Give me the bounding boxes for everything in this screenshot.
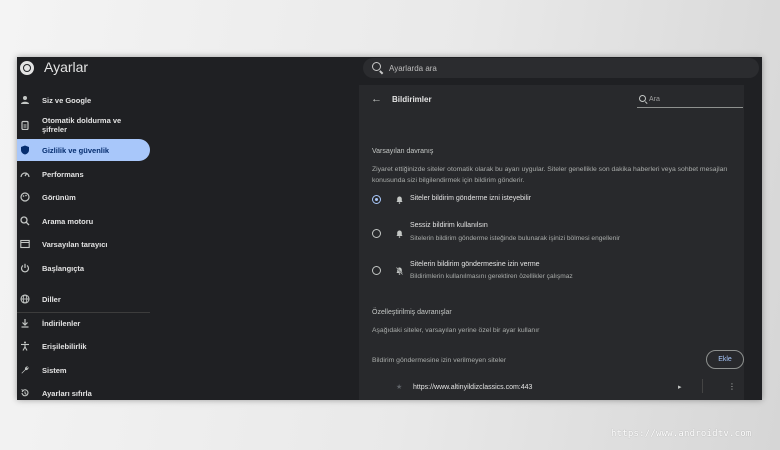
bell-off-icon xyxy=(395,267,404,278)
sidebar-item-label: Erişilebilirlik xyxy=(42,341,87,351)
sidebar-item-autofill[interactable]: Otomatik doldurma ve şifreler xyxy=(17,111,150,139)
sidebar-item-on-startup[interactable]: Başlangıçta xyxy=(17,257,150,279)
blocked-sites-label: Bildirim göndermesine izin verilmeyen si… xyxy=(372,357,507,364)
sidebar-item-label: Performans xyxy=(42,169,84,179)
option-label: Sitelerin bildirim göndermesine izin ver… xyxy=(410,261,540,268)
palette-icon xyxy=(20,192,30,202)
settings-search[interactable] xyxy=(363,58,759,78)
sidebar-item-performance[interactable]: Performans xyxy=(17,163,150,185)
sidebar-item-label: Diller xyxy=(42,294,61,304)
globe-icon xyxy=(20,294,30,304)
page-search[interactable] xyxy=(637,91,743,108)
custom-behavior-description: Aşağıdaki siteler, varsayılan yerine öze… xyxy=(372,327,540,334)
sidebar-item-label: İndirilenler xyxy=(42,318,81,328)
wrench-icon xyxy=(20,365,30,375)
power-icon xyxy=(20,263,30,273)
top-bar: Ayarlar xyxy=(17,57,762,81)
search-icon xyxy=(372,62,381,71)
browser-icon xyxy=(20,239,30,249)
more-vert-icon[interactable]: ⋮ xyxy=(728,382,736,391)
sidebar: Siz ve Google Otomatik doldurma ve şifre… xyxy=(17,85,157,400)
clipboard-icon xyxy=(20,120,30,131)
radio-block-notifications[interactable] xyxy=(372,266,381,275)
site-row[interactable]: ★ https://www.altinyildizclassics.com:44… xyxy=(359,379,744,400)
search-icon xyxy=(20,216,30,226)
search-icon xyxy=(639,95,646,102)
settings-window: Ayarlar Siz ve Google Otomatik doldurma … xyxy=(17,57,762,400)
sidebar-item-label: Sistem xyxy=(42,365,67,375)
site-url: https://www.altinyildizclassics.com:443 xyxy=(413,384,533,391)
accessibility-icon xyxy=(20,341,30,351)
sidebar-item-label: Arama motoru xyxy=(42,216,94,226)
option-label: Siteler bildirim gönderme izni isteyebil… xyxy=(410,195,531,202)
page-search-input[interactable] xyxy=(649,92,739,106)
watermark-text: https://www.androidtv.com xyxy=(611,429,752,439)
sidebar-item-search-engine[interactable]: Arama motoru xyxy=(17,210,150,232)
speedometer-icon xyxy=(20,169,30,179)
row-separator xyxy=(702,379,703,393)
option-description: Sitelerin bildirim gönderme isteğinde bu… xyxy=(410,235,621,242)
reset-icon xyxy=(20,388,30,398)
add-button[interactable]: Ekle xyxy=(706,350,744,369)
sidebar-item-label: Gizlilik ve güvenlik xyxy=(42,145,110,155)
sidebar-item-you-and-google[interactable]: Siz ve Google xyxy=(17,89,150,111)
sidebar-item-accessibility[interactable]: Erişilebilirlik xyxy=(17,335,150,357)
notifications-panel: ← Bildirimler Varsayılan davranış Ziyare… xyxy=(359,85,744,400)
app-title: Ayarlar xyxy=(44,59,89,75)
download-icon xyxy=(20,318,30,328)
default-behavior-heading: Varsayılan davranış xyxy=(372,148,434,155)
sidebar-item-label: Siz ve Google xyxy=(42,95,92,105)
site-favicon-icon: ★ xyxy=(396,384,403,391)
page-title: Bildirimler xyxy=(392,95,432,104)
sidebar-item-system[interactable]: Sistem xyxy=(17,359,150,381)
default-behavior-description: Ziyaret ettiğinizde siteler otomatik ola… xyxy=(372,166,728,184)
radio-ask-permission[interactable] xyxy=(372,195,381,204)
sidebar-item-reset[interactable]: Ayarları sıfırla xyxy=(17,382,150,400)
custom-behavior-heading: Özelleştirilmiş davranışlar xyxy=(372,309,452,316)
bell-icon xyxy=(396,196,403,207)
sidebar-item-default-browser[interactable]: Varsayılan tarayıcı xyxy=(17,233,150,255)
sidebar-item-downloads[interactable]: İndirilenler xyxy=(17,312,150,334)
sidebar-item-privacy[interactable]: Gizlilik ve güvenlik xyxy=(17,139,150,161)
sidebar-item-label: Varsayılan tarayıcı xyxy=(42,239,108,249)
sidebar-item-label: Görünüm xyxy=(42,192,76,202)
shield-icon xyxy=(20,145,30,155)
chrome-logo-icon xyxy=(20,61,34,75)
radio-quiet-notifications[interactable] xyxy=(372,229,381,238)
sidebar-item-label: Başlangıçta xyxy=(42,263,85,273)
back-arrow-icon[interactable]: ← xyxy=(371,93,382,105)
chevron-right-icon[interactable]: ▸ xyxy=(678,383,682,391)
settings-search-input[interactable] xyxy=(389,60,749,76)
person-icon xyxy=(20,95,30,105)
option-description: Bildirimlerin kullanılmasını gerektiren … xyxy=(410,273,573,280)
option-label: Sessiz bildirim kullanılsın xyxy=(410,222,488,229)
sidebar-item-appearance[interactable]: Görünüm xyxy=(17,186,150,208)
sidebar-item-languages[interactable]: Diller xyxy=(17,288,150,310)
sidebar-item-label: Ayarları sıfırla xyxy=(42,388,92,398)
sidebar-item-label: Otomatik doldurma ve şifreler xyxy=(42,116,122,134)
bell-icon xyxy=(396,230,403,241)
